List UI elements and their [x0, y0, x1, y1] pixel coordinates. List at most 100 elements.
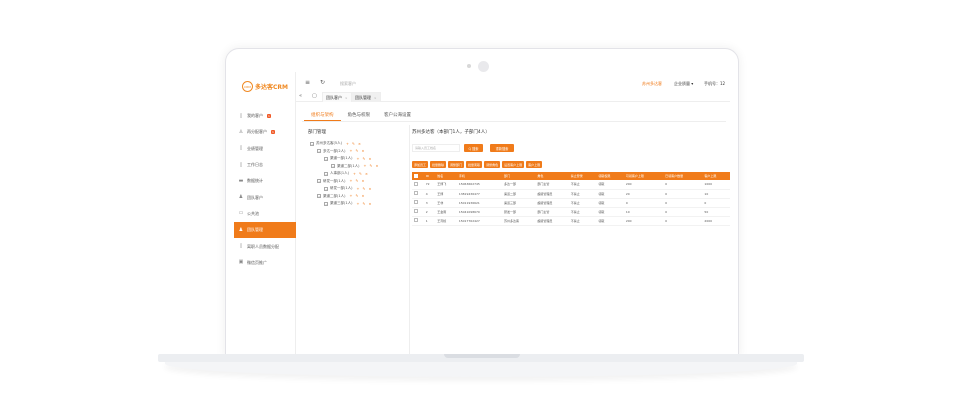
- table-cell: 15041098670: [456, 207, 502, 217]
- staff-table: ID 姓名 手机 部门 角色 禁止登录 领取权限 可领客户上限 已领客户数量 客户上限 72 王博飞…: [412, 172, 730, 226]
- tree-node[interactable]: − 渠道二部(1人) + ✎ ×: [310, 193, 380, 201]
- column-header: ID: [423, 172, 436, 180]
- sidebar-item[interactable]: ▯ 离职人员数据分配: [234, 238, 296, 254]
- search-button[interactable]: Q 搜索: [464, 144, 483, 152]
- expand-icon[interactable]: −: [331, 164, 335, 169]
- node-actions[interactable]: + ✎ ×: [353, 172, 369, 176]
- select-cell[interactable]: [412, 198, 424, 208]
- select-cell[interactable]: [412, 207, 424, 217]
- tree-node[interactable]: − 研发一部(1人) + ✎ ×: [310, 185, 380, 193]
- sidebar-item[interactable]: ▬ 数据统计: [234, 173, 296, 189]
- sidebar-item[interactable]: ▭ 公共池: [234, 206, 296, 222]
- select-cell[interactable]: [412, 189, 424, 199]
- node-actions[interactable]: + ✎ ×: [356, 202, 372, 206]
- department-title: 部门管理: [308, 130, 326, 135]
- table-row[interactable]: 1 王育植 15017762427 苏州多达客 超级管理员 不禁止 领取 200 0 2000: [412, 216, 730, 226]
- node-actions[interactable]: + ✎ ×: [363, 164, 379, 168]
- expand-icon[interactable]: −: [324, 171, 328, 176]
- expand-icon[interactable]: −: [317, 149, 321, 154]
- node-actions[interactable]: + ✎ ×: [356, 157, 372, 161]
- node-actions[interactable]: + ✎ ×: [349, 149, 365, 153]
- sidebar-item[interactable]: ▯ 我的客户 1: [234, 108, 296, 124]
- sidebar-item[interactable]: ♟ 团队客户: [234, 189, 296, 205]
- staff-search-input[interactable]: 请输入员工姓名: [412, 144, 460, 152]
- table-cell: 2000: [702, 216, 730, 226]
- home-icon[interactable]: ▢: [312, 93, 317, 99]
- table-cell: 苏州多达客: [501, 216, 536, 226]
- node-actions[interactable]: + ✎ ×: [349, 179, 365, 183]
- tree-node[interactable]: − 多达一部(2人) + ✎ ×: [310, 148, 380, 156]
- sidebar-item[interactable]: ▯ 工作日志: [234, 157, 296, 173]
- checkbox[interactable]: [414, 218, 418, 222]
- node-actions[interactable]: + ✎ ×: [356, 187, 372, 191]
- action-button[interactable]: 调整角色: [484, 161, 501, 168]
- sidebar-item-label: 业绩管理: [247, 145, 263, 151]
- sidebar-item[interactable]: ♟ 团队管理: [234, 222, 296, 239]
- table-row[interactable]: 3 王非 15011936621 渠道三部 超级管理员 不禁止 领取 0 0 0: [412, 198, 730, 208]
- tree-node[interactable]: − 渠道三部(1人) + ✎ ×: [310, 200, 380, 208]
- select-all-cell[interactable]: [412, 172, 424, 180]
- sidebar-item[interactable]: ▯ 业绩管理: [234, 141, 296, 157]
- tab-team-management[interactable]: 团队管理 ×: [351, 92, 381, 102]
- subtab-roles[interactable]: 角色与权限: [341, 109, 378, 121]
- tree-node[interactable]: − 渠道一部(1人) + ✎ ×: [310, 155, 380, 163]
- select-cell[interactable]: [412, 216, 424, 226]
- subtab-org[interactable]: 组织与架构: [304, 109, 341, 121]
- expand-icon[interactable]: −: [324, 201, 328, 206]
- action-button[interactable]: 设置客户上限: [502, 161, 525, 168]
- table-row[interactable]: 2 王金雨 15041098670 研发一部 部门主管 不禁止 领取 10 0 50: [412, 207, 730, 217]
- sidebar-item-label: 公共池: [247, 210, 259, 216]
- department-panel: 部门管理 − 苏州多达客(5人) + ✎ × − 多达一部(2人) + ✎ × − 渠道一部(…: [302, 125, 410, 354]
- expand-icon[interactable]: −: [310, 141, 314, 146]
- node-actions[interactable]: + ✎ ×: [346, 142, 362, 146]
- table-row[interactable]: 72 王博飞 15063662745 多达一部 部门主管 不禁止 领取 200 0 1000: [412, 180, 730, 190]
- table-cell: 领取: [596, 198, 624, 208]
- select-cell[interactable]: [412, 180, 424, 190]
- table-row[interactable]: 4 王博 13819436477 渠道二部 超级管理员 不禁止 领取 20 0 10: [412, 189, 730, 199]
- company-link[interactable]: 苏州多达客: [642, 81, 662, 87]
- tree-node[interactable]: − 研发一部(1人) + ✎ ×: [310, 178, 380, 186]
- tree-node[interactable]: − 苏州多达客(5人) + ✎ ×: [310, 140, 380, 148]
- action-button[interactable]: 客户上限: [526, 161, 543, 168]
- table-cell: 渠道二部: [501, 189, 536, 199]
- expand-icon[interactable]: −: [317, 194, 321, 199]
- table-header: ID 姓名 手机 部门 角色 禁止登录 领取权限 可领客户上限 已领客户数量 客户上限: [412, 172, 730, 180]
- node-actions[interactable]: + ✎ ×: [349, 194, 365, 198]
- tab-label: 团队客户: [326, 94, 342, 100]
- checkbox[interactable]: [414, 200, 418, 204]
- action-button[interactable]: 添加员工: [412, 161, 429, 168]
- action-button[interactable]: 批量删除: [430, 161, 447, 168]
- user-icon: ♙: [238, 128, 244, 135]
- action-button[interactable]: 调整部门: [448, 161, 465, 168]
- checkbox[interactable]: [414, 191, 418, 195]
- table-cell: 20: [623, 189, 664, 199]
- sidebar-item[interactable]: ♙ 再分配客户 1: [234, 124, 296, 140]
- subtab-pool-settings[interactable]: 客户公海设置: [377, 109, 418, 121]
- expand-icon[interactable]: −: [324, 156, 328, 161]
- account-dropdown[interactable]: 企业质量 ▾: [674, 81, 693, 87]
- checkbox[interactable]: [414, 173, 418, 178]
- checkbox[interactable]: [414, 181, 418, 186]
- sidebar-item[interactable]: ▣ 微信页推广: [234, 255, 296, 271]
- refresh-icon[interactable]: ↻: [320, 79, 325, 86]
- table-cell: 15017762427: [456, 216, 502, 226]
- search-input[interactable]: 搜索客户: [340, 81, 356, 87]
- logo[interactable]: CRM 多达客CRM: [242, 81, 288, 92]
- tree-node-label: 多达一部(2人): [323, 148, 346, 153]
- camera-dot-icon: [467, 64, 471, 68]
- tree-node[interactable]: − 渠道二部(1人) + ✎ ×: [310, 163, 380, 171]
- reset-search-button[interactable]: 重新搜索: [490, 144, 514, 152]
- tab-team-customers[interactable]: 团队客户 ×: [322, 92, 352, 102]
- collapse-icon[interactable]: «: [299, 93, 302, 99]
- checkbox[interactable]: [414, 209, 418, 213]
- expand-icon[interactable]: −: [324, 186, 328, 191]
- close-icon[interactable]: ×: [345, 96, 348, 100]
- action-button[interactable]: 批量离职: [466, 161, 483, 168]
- menu-icon[interactable]: ≡: [305, 79, 310, 86]
- close-icon[interactable]: ×: [374, 96, 377, 100]
- expand-icon[interactable]: −: [317, 179, 321, 184]
- table-cell: 不禁止: [568, 180, 597, 190]
- table-cell: 13819436477: [456, 189, 502, 199]
- tree-node-label: 渠道一部(1人): [330, 156, 353, 161]
- tree-node[interactable]: − 人事部(1人) + ✎ ×: [310, 170, 380, 178]
